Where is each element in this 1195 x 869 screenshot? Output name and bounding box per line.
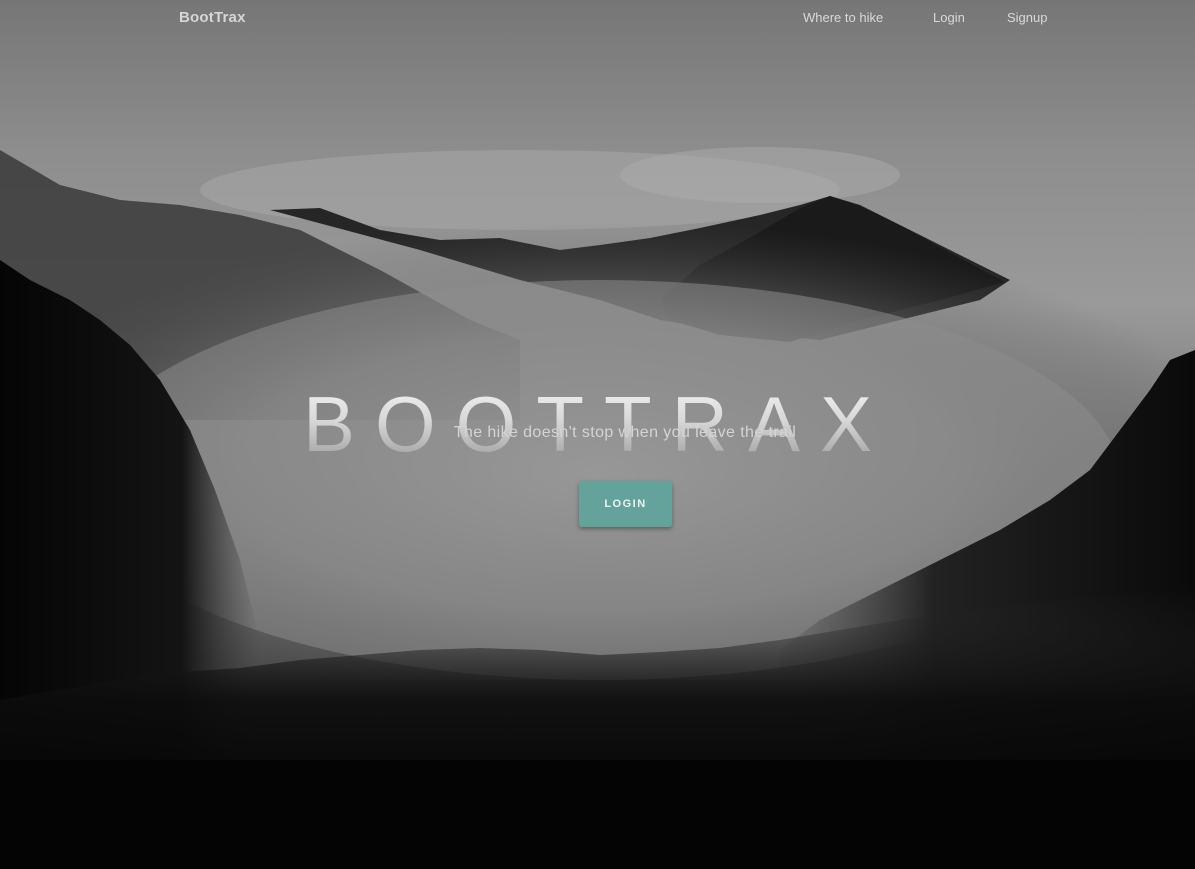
- landing-page: BootTrax Where to hike Login Signup BOOT…: [0, 0, 1195, 869]
- login-button[interactable]: LOGIN: [579, 481, 672, 527]
- brand-logo-link[interactable]: BootTrax: [179, 9, 246, 26]
- nav-link-signup[interactable]: Signup: [1007, 10, 1047, 25]
- nav-link-where-to-hike[interactable]: Where to hike: [803, 10, 883, 25]
- top-navbar: BootTrax Where to hike Login Signup: [0, 0, 1195, 36]
- nav-link-login[interactable]: Login: [933, 10, 965, 25]
- hero-subtitle: The hike doesn't stop when you leave the…: [453, 424, 797, 441]
